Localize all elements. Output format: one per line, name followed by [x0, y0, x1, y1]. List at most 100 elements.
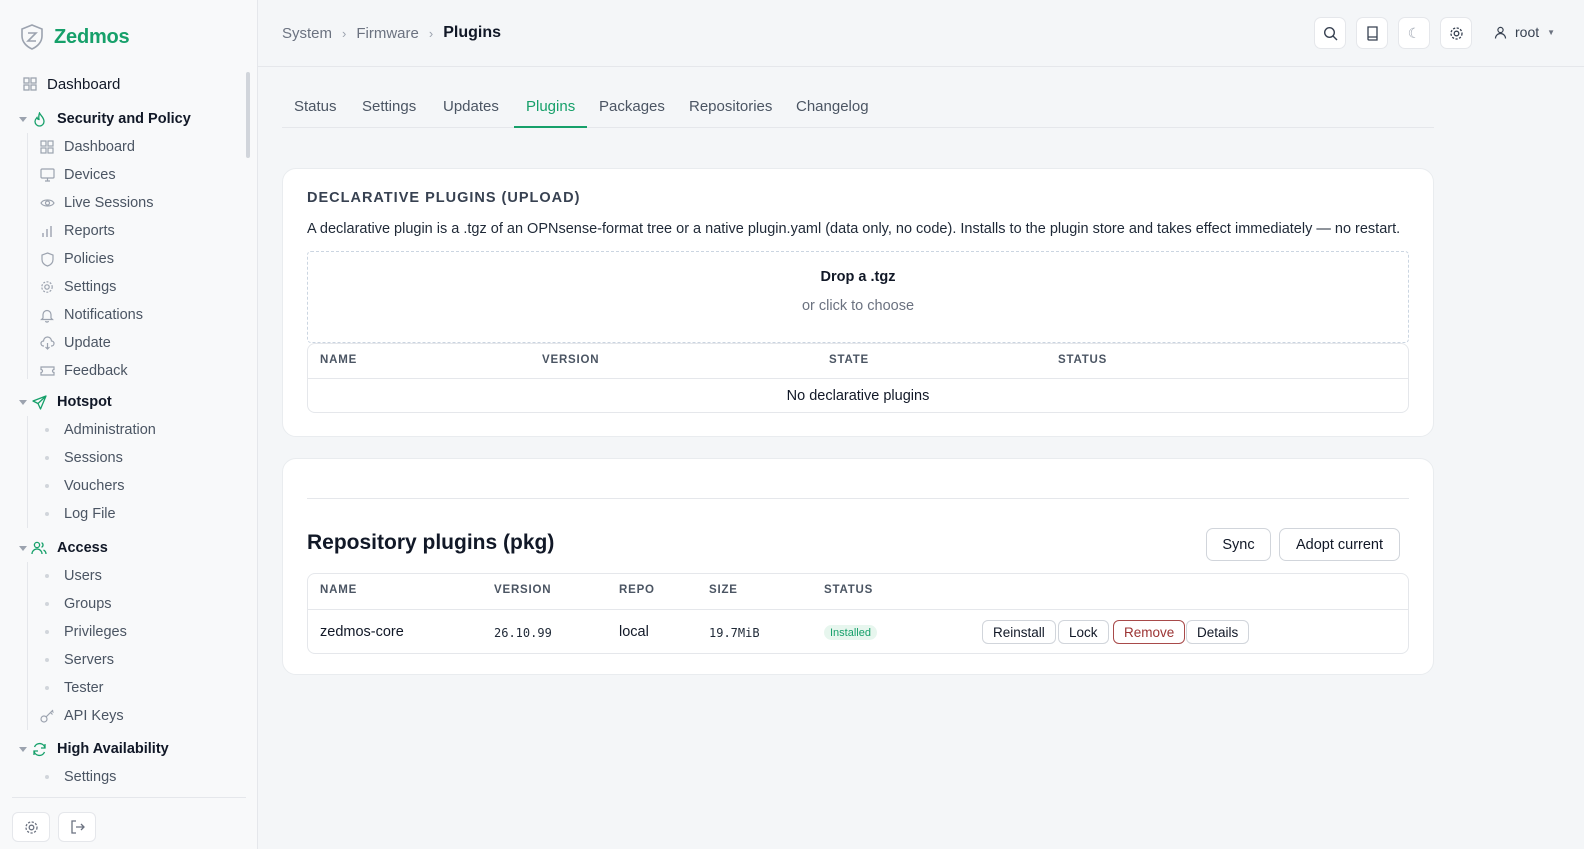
sidebar-item-dashboard[interactable]: Dashboard	[0, 70, 246, 98]
sync-button[interactable]: Sync	[1206, 528, 1271, 561]
sidebar-item-live-sessions[interactable]: Live Sessions	[0, 189, 246, 217]
sidebar-item-devices[interactable]: Devices	[0, 161, 246, 189]
column-header[interactable]: VERSION	[494, 584, 551, 596]
sidebar-item-servers[interactable]: Servers	[0, 646, 246, 674]
sidebar-item-label: Settings	[64, 279, 117, 295]
sidebar-item-ha-settings[interactable]: Settings	[0, 763, 246, 791]
brand-name: Zedmos	[54, 25, 130, 48]
bullet-dot	[45, 658, 49, 662]
caret-down-icon	[19, 116, 27, 122]
tab-plugins[interactable]: Plugins	[514, 92, 588, 128]
table-row: zedmos-core 26.10.99 local 19.7MiB Insta…	[308, 610, 1408, 654]
sidebar-footer	[12, 812, 96, 842]
sidebar-item-label: Privileges	[64, 624, 127, 640]
shield-icon	[39, 251, 55, 267]
tab-status[interactable]: Status	[282, 92, 349, 128]
theme-toggle-button[interactable]: ☾	[1398, 17, 1430, 49]
bar-chart-icon	[39, 223, 55, 239]
sidebar-item-label: Live Sessions	[64, 195, 154, 211]
actions-underline	[938, 653, 1254, 654]
sidebar-item-notifications[interactable]: Notifications	[0, 301, 246, 329]
sidebar-group-label: Access	[57, 540, 108, 556]
settings-button[interactable]	[12, 812, 50, 842]
flame-icon	[31, 111, 47, 127]
column-header[interactable]: REPO	[619, 584, 655, 596]
bullet-dot	[45, 602, 49, 606]
eye-icon	[39, 195, 55, 211]
breadcrumb-item[interactable]: System	[282, 25, 332, 42]
plugin-name: zedmos-core	[320, 624, 404, 640]
drop-zone-title: Drop a .tgz	[820, 269, 896, 285]
caret-down-icon	[19, 399, 27, 405]
plugin-size: 19.7MiB	[709, 626, 760, 640]
sidebar-group-security-and-policy[interactable]: Security and Policy	[0, 105, 246, 133]
tab-changelog[interactable]: Changelog	[784, 92, 881, 128]
sidebar-item-update[interactable]: Update	[0, 329, 246, 357]
sidebar-item-groups[interactable]: Groups	[0, 590, 246, 618]
caret-down-icon	[19, 545, 27, 551]
brand[interactable]: Zedmos	[20, 24, 130, 50]
reinstall-button[interactable]: Reinstall	[982, 620, 1056, 644]
shield-logo-icon	[20, 24, 44, 50]
tab-settings[interactable]: Settings	[350, 92, 428, 128]
settings-button[interactable]	[1440, 17, 1472, 49]
tab-repositories[interactable]: Repositories	[677, 92, 784, 128]
adopt-current-button[interactable]: Adopt current	[1279, 528, 1400, 561]
sidebar-item-tester[interactable]: Tester	[0, 674, 246, 702]
sidebar-item-vouchers[interactable]: Vouchers	[0, 472, 246, 500]
sidebar-item-administration[interactable]: Administration	[0, 416, 246, 444]
sidebar-item-sessions[interactable]: Sessions	[0, 444, 246, 472]
sidebar-item-label: API Keys	[64, 708, 124, 724]
sidebar-item-label: Notifications	[64, 307, 143, 323]
logout-button[interactable]	[58, 812, 96, 842]
sidebar-item-reports[interactable]: Reports	[0, 217, 246, 245]
sidebar-item-sp-dashboard[interactable]: Dashboard	[0, 133, 246, 161]
column-header[interactable]: NAME	[320, 354, 357, 366]
declarative-plugins-card: DECLARATIVE PLUGINS (UPLOAD) A declarati…	[282, 168, 1434, 437]
details-button[interactable]: Details	[1186, 620, 1250, 644]
tab-packages[interactable]: Packages	[587, 92, 677, 128]
sidebar-group-label: Hotspot	[57, 394, 112, 410]
ticket-icon	[39, 363, 55, 379]
breadcrumb-item[interactable]: Firmware	[356, 25, 419, 42]
sidebar-item-policies[interactable]: Policies	[0, 245, 246, 273]
drop-zone-subtitle: or click to choose	[801, 298, 915, 314]
user-menu[interactable]: root ▼	[1494, 24, 1555, 40]
bullet-dot	[45, 630, 49, 634]
search-button[interactable]	[1314, 17, 1346, 49]
remove-button[interactable]: Remove	[1113, 620, 1186, 644]
sidebar-item-settings[interactable]: Settings	[0, 273, 246, 301]
sidebar-nav: Dashboard Security and Policy Dashboard …	[0, 70, 250, 792]
tab-updates[interactable]: Updates	[431, 92, 511, 128]
column-header[interactable]: NAME	[320, 584, 357, 596]
column-header[interactable]: STATE	[829, 354, 869, 366]
sidebar-item-api-keys[interactable]: API Keys	[0, 702, 246, 730]
sidebar: Zedmos Dashboard Security and Policy Das…	[0, 0, 258, 849]
sidebar-group-access[interactable]: Access	[0, 534, 246, 562]
docs-button[interactable]	[1356, 17, 1388, 49]
sidebar-item-users[interactable]: Users	[0, 562, 246, 590]
column-header[interactable]: STATUS	[824, 584, 873, 596]
column-header[interactable]: SIZE	[709, 584, 738, 596]
sidebar-group-high-availability[interactable]: High Availability	[0, 735, 246, 763]
gear-icon	[1449, 26, 1464, 41]
repository-plugins-table: NAME VERSION REPO SIZE STATUS zedmos-cor…	[307, 573, 1409, 654]
sidebar-item-feedback[interactable]: Feedback	[0, 357, 246, 385]
book-icon	[1366, 25, 1379, 41]
column-header[interactable]: STATUS	[1058, 354, 1107, 366]
bullet-dot	[45, 775, 49, 779]
sidebar-group-hotspot[interactable]: Hotspot	[0, 388, 246, 416]
file-drop-zone[interactable]: Drop a .tgz or click to choose	[307, 251, 1409, 343]
sidebar-group-label: Security and Policy	[57, 111, 191, 127]
sidebar-item-log-file[interactable]: Log File	[0, 500, 246, 528]
status-badge: Installed	[824, 625, 877, 640]
sidebar-item-label: Dashboard	[47, 75, 121, 93]
column-header[interactable]: VERSION	[542, 354, 599, 366]
grid-icon	[22, 76, 38, 92]
sidebar-item-privileges[interactable]: Privileges	[0, 618, 246, 646]
breadcrumb-current: Plugins	[443, 24, 501, 41]
sidebar-item-label: Dashboard	[64, 139, 135, 155]
lock-button[interactable]: Lock	[1058, 620, 1109, 644]
repository-plugins-card: Repository plugins (pkg) Sync Adopt curr…	[282, 458, 1434, 675]
tab-bar: Status Settings Updates Plugins Packages…	[282, 92, 1434, 128]
